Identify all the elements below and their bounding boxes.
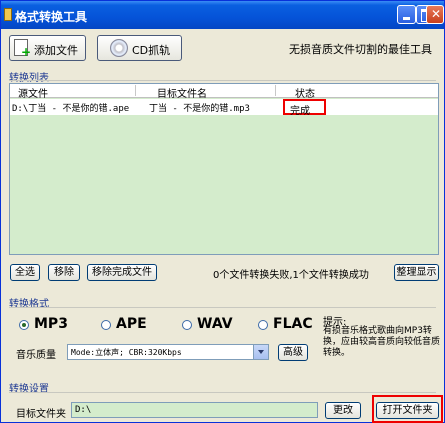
cd-rip-button[interactable]: CD抓轨: [97, 35, 182, 61]
radio-ape-indicator[interactable]: [101, 320, 111, 330]
radio-wav-label: WAV: [197, 316, 233, 332]
divider: [9, 392, 436, 393]
chevron-down-icon[interactable]: [253, 345, 268, 359]
quality-label: 音乐质量: [16, 350, 56, 361]
close-icon: ✕: [431, 7, 442, 21]
remove-completed-button[interactable]: 移除完成文件: [87, 264, 157, 281]
divider: [9, 307, 436, 308]
column-header-target[interactable]: 目标文件名: [157, 85, 207, 100]
slogan-text: 无损音质文件切割的最佳工具: [289, 43, 432, 56]
radio-ape-label: APE: [116, 316, 147, 332]
hint-text: 有损音乐格式歌曲向MP3转换，应由较高音质向较低音质转换。: [323, 326, 441, 358]
radio-flac-indicator[interactable]: [258, 320, 268, 330]
quality-value: Mode:立体声; CBR:320Kbps: [71, 348, 182, 357]
close-button[interactable]: ✕: [426, 5, 444, 24]
convert-list-title: 转换列表: [9, 73, 49, 84]
add-file-icon: [14, 39, 31, 59]
source-cell: D:\丁当 - 不是你的错.ape: [12, 104, 130, 114]
hide-log-button[interactable]: 整理显示: [394, 264, 439, 281]
advanced-button[interactable]: 高级: [278, 344, 308, 361]
target-folder-value: D:\: [75, 405, 92, 415]
status-badge: 完成: [290, 106, 310, 117]
cd-rip-label: CD抓轨: [132, 44, 171, 57]
target-cell: 丁当 - 不是你的错.mp3: [149, 104, 250, 114]
remove-button[interactable]: 移除: [48, 264, 80, 281]
radio-mp3-label: MP3: [34, 316, 68, 332]
target-folder-label: 目标文件夹: [16, 409, 66, 420]
radio-mp3-indicator[interactable]: [19, 320, 29, 330]
table-row[interactable]: D:\丁当 - 不是你的错.ape 丁当 - 不是你的错.mp3 完成: [10, 99, 438, 117]
list-header: 源文件 目标文件名 状态: [10, 84, 438, 100]
column-divider[interactable]: [135, 85, 136, 96]
quality-select[interactable]: Mode:立体声; CBR:320Kbps: [67, 344, 269, 360]
title-bar[interactable]: 格式转换工具 ✕: [1, 1, 444, 29]
column-header-source[interactable]: 源文件: [18, 85, 48, 100]
minimize-button[interactable]: [397, 5, 416, 24]
column-header-status[interactable]: 状态: [295, 85, 315, 100]
conversion-status-text: 0个文件转换失败,1个文件转换成功: [213, 270, 369, 281]
main-window: 格式转换工具 ✕ 添加文件 CD抓轨 无损音质文件切割的最佳工具 转换列表 源文…: [0, 0, 445, 423]
divider: [9, 80, 436, 81]
target-folder-field[interactable]: D:\: [71, 402, 318, 418]
add-file-button[interactable]: 添加文件: [9, 35, 86, 61]
add-file-label: 添加文件: [34, 44, 78, 57]
change-folder-button[interactable]: 更改: [325, 402, 361, 419]
app-icon: [4, 8, 12, 21]
select-all-button[interactable]: 全选: [10, 264, 40, 281]
open-folder-button[interactable]: 打开文件夹: [376, 402, 439, 419]
radio-flac-label: FLAC: [273, 316, 313, 332]
window-title: 格式转换工具: [15, 10, 88, 24]
file-list[interactable]: 源文件 目标文件名 状态 D:\丁当 - 不是你的错.ape 丁当 - 不是你的…: [9, 83, 439, 255]
radio-wav-indicator[interactable]: [182, 320, 192, 330]
status-cell: 完成: [283, 99, 326, 117]
cd-icon: [110, 39, 128, 57]
column-divider[interactable]: [275, 85, 276, 96]
